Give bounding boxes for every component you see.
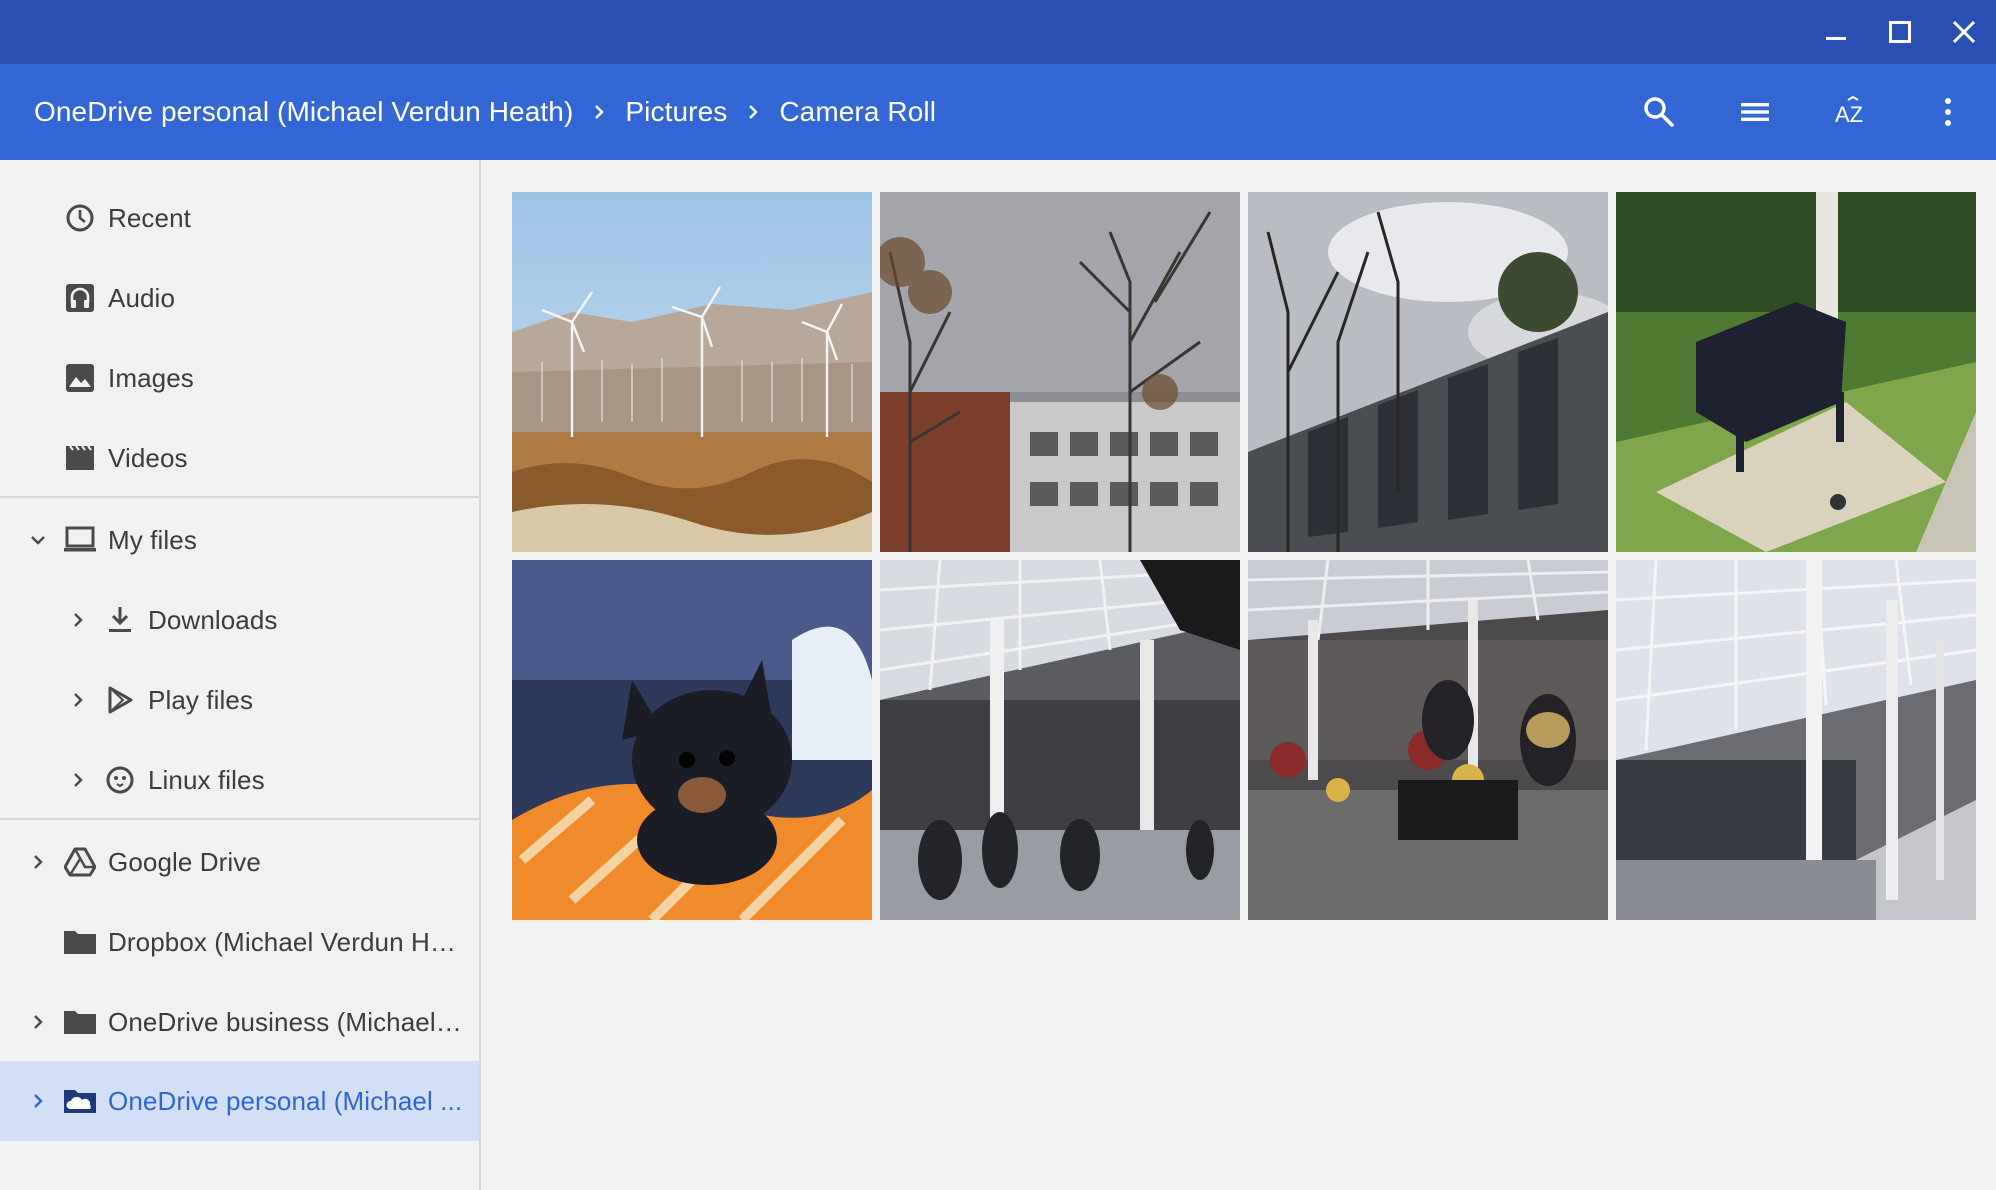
sidebar-item-my-files[interactable]: My files bbox=[0, 500, 479, 580]
title-bar bbox=[0, 0, 1996, 64]
sidebar-item-onedrive-personal[interactable]: OneDrive personal (Michael ... bbox=[0, 1061, 479, 1141]
sidebar-item-videos[interactable]: Videos bbox=[0, 418, 479, 498]
sidebar: Recent Audio Images Videos My files Down… bbox=[0, 160, 481, 1190]
close-icon bbox=[1952, 20, 1976, 44]
thumbnail-building-sky[interactable] bbox=[1248, 192, 1608, 552]
more-options-button[interactable] bbox=[1900, 64, 1996, 160]
sidebar-item-downloads[interactable]: Downloads bbox=[0, 580, 479, 660]
chevron-right-icon[interactable] bbox=[64, 766, 92, 794]
sort-button[interactable]: AZ bbox=[1804, 64, 1900, 160]
download-icon bbox=[102, 602, 138, 638]
sidebar-item-label: My files bbox=[108, 524, 197, 555]
penguin-icon bbox=[102, 762, 138, 798]
headphones-icon bbox=[62, 280, 98, 316]
photo-glass-roof bbox=[1616, 560, 1976, 920]
sort-az-icon: AZ bbox=[1835, 95, 1863, 127]
sidebar-item-images[interactable]: Images bbox=[0, 338, 479, 418]
sidebar-divider bbox=[0, 496, 479, 498]
sidebar-item-label: Recent bbox=[108, 202, 191, 233]
chevron-right-icon bbox=[727, 64, 779, 160]
chevron-right-icon bbox=[573, 64, 625, 160]
sidebar-item-label: Linux files bbox=[148, 764, 265, 795]
more-vert-icon bbox=[1945, 98, 1951, 126]
thumbnail-bench[interactable] bbox=[1616, 192, 1976, 552]
sidebar-item-label: Play files bbox=[148, 684, 254, 715]
sidebar-item-play-files[interactable]: Play files bbox=[0, 660, 479, 740]
chevron-right-icon[interactable] bbox=[64, 686, 92, 714]
sidebar-item-audio[interactable]: Audio bbox=[0, 258, 479, 338]
thumbnail-dog[interactable] bbox=[512, 560, 872, 920]
minimize-button[interactable] bbox=[1804, 0, 1868, 64]
sidebar-item-onedrive-business[interactable]: OneDrive business (Michael ... bbox=[0, 982, 479, 1062]
sidebar-item-label: Google Drive bbox=[108, 846, 261, 877]
film-icon bbox=[62, 440, 98, 476]
thumbnail-glass-roof[interactable] bbox=[1616, 560, 1976, 920]
thumbnail-market[interactable] bbox=[1248, 560, 1608, 920]
sidebar-divider bbox=[0, 818, 479, 820]
sidebar-item-label: OneDrive business (Michael ... bbox=[108, 1006, 464, 1037]
image-icon bbox=[62, 360, 98, 396]
chevron-right-icon[interactable] bbox=[24, 1008, 52, 1036]
sidebar-item-label: Videos bbox=[108, 442, 188, 473]
google-drive-icon bbox=[62, 844, 98, 880]
onedrive-icon bbox=[62, 1083, 98, 1119]
folder-icon bbox=[62, 1004, 98, 1040]
sidebar-item-label: Downloads bbox=[148, 604, 278, 635]
chevron-down-icon[interactable] bbox=[24, 526, 52, 554]
thumbnail-arcade[interactable] bbox=[880, 560, 1240, 920]
sidebar-item-label: Images bbox=[108, 362, 194, 393]
breadcrumb: OneDrive personal (Michael Verdun Heath)… bbox=[34, 64, 936, 160]
chevron-right-icon[interactable] bbox=[64, 606, 92, 634]
play-store-icon bbox=[102, 682, 138, 718]
sidebar-item-label: Audio bbox=[108, 282, 175, 313]
minimize-icon bbox=[1826, 37, 1846, 40]
sidebar-item-dropbox[interactable]: Dropbox (Michael Verdun He... bbox=[0, 902, 479, 982]
clock-icon bbox=[62, 200, 98, 236]
folder-icon bbox=[62, 924, 98, 960]
file-grid bbox=[483, 160, 1996, 1190]
maximize-button[interactable] bbox=[1868, 0, 1932, 64]
chevron-right-icon[interactable] bbox=[24, 1087, 52, 1115]
photo-wind-farm bbox=[512, 192, 872, 552]
photo-market bbox=[1248, 560, 1608, 920]
breadcrumb-item-pictures[interactable]: Pictures bbox=[625, 96, 727, 128]
breadcrumb-item-onedrive[interactable]: OneDrive personal (Michael Verdun Heath) bbox=[34, 96, 573, 128]
sidebar-item-google-drive[interactable]: Google Drive bbox=[0, 822, 479, 902]
chevron-right-icon[interactable] bbox=[24, 848, 52, 876]
breadcrumb-item-camera-roll[interactable]: Camera Roll bbox=[779, 96, 936, 128]
sidebar-item-linux-files[interactable]: Linux files bbox=[0, 740, 479, 820]
maximize-icon bbox=[1889, 21, 1911, 43]
photo-arcade bbox=[880, 560, 1240, 920]
laptop-icon bbox=[62, 522, 98, 558]
thumbnail-wind-farm[interactable] bbox=[512, 192, 872, 552]
sidebar-item-label: OneDrive personal (Michael ... bbox=[108, 1085, 463, 1116]
sidebar-item-label: Dropbox (Michael Verdun He... bbox=[108, 926, 464, 957]
list-view-icon bbox=[1741, 103, 1769, 121]
photo-trees-building bbox=[880, 192, 1240, 552]
photo-building-sky bbox=[1248, 192, 1608, 552]
photo-bench bbox=[1616, 192, 1976, 552]
search-icon bbox=[1644, 97, 1674, 127]
search-button[interactable] bbox=[1611, 64, 1707, 160]
photo-dog bbox=[512, 560, 872, 920]
sort-label: AZ bbox=[1835, 102, 1863, 127]
close-button[interactable] bbox=[1932, 0, 1996, 64]
list-view-button[interactable] bbox=[1707, 64, 1803, 160]
sidebar-item-recent[interactable]: Recent bbox=[0, 178, 479, 258]
thumbnail-trees-building[interactable] bbox=[880, 192, 1240, 552]
